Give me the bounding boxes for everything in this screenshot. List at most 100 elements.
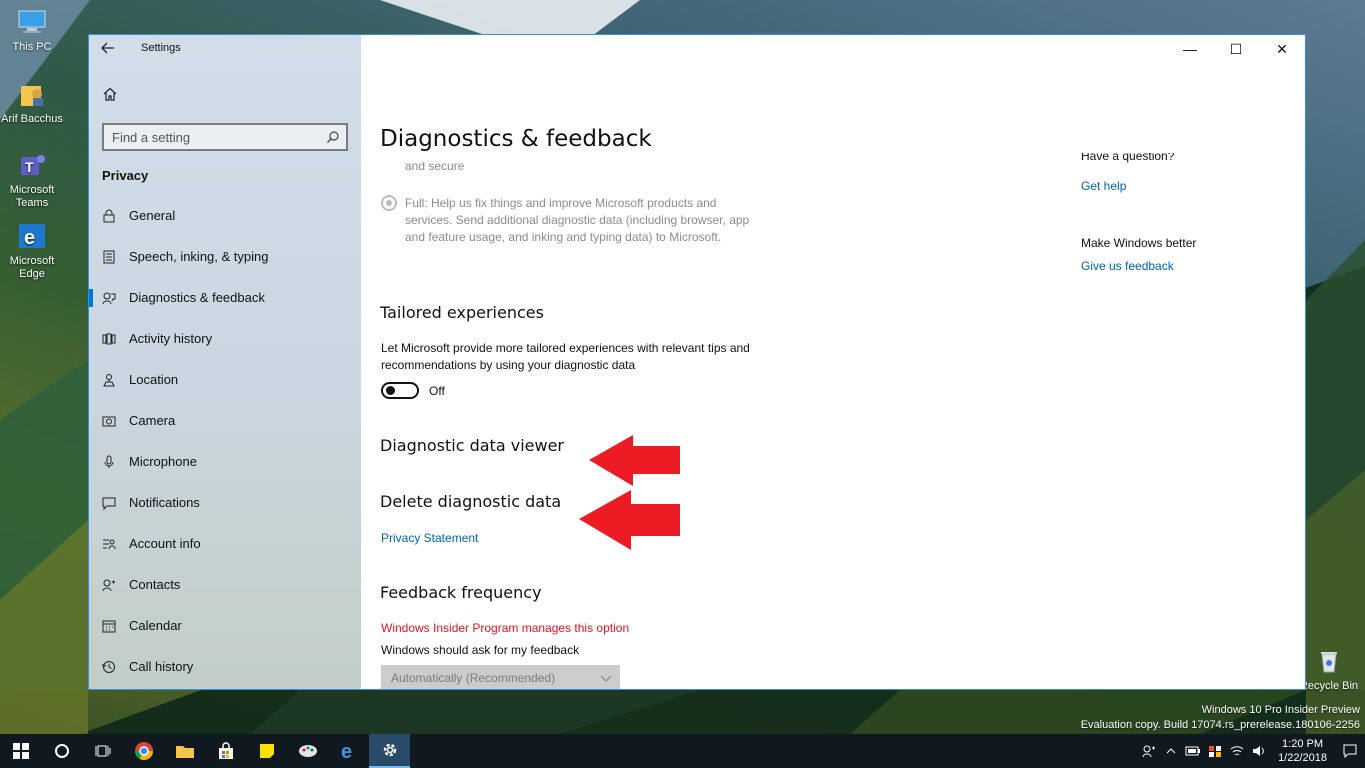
feedback-label: Windows should ask for my feedback	[381, 643, 580, 657]
page-title: Diagnostics & feedback	[380, 126, 880, 162]
chevron-down-icon	[600, 672, 612, 686]
close-icon: ✕	[1276, 40, 1288, 57]
nav-item-diagnostics[interactable]: Diagnostics & feedback	[89, 277, 361, 318]
privacy-statement-link[interactable]: Privacy Statement	[381, 531, 478, 545]
settings-taskbar-button[interactable]	[369, 734, 410, 768]
nav-item-label: Notifications	[129, 495, 200, 510]
full-diagnostic-radio[interactable]: Full: Help us fix things and improve Mic…	[381, 195, 755, 246]
toggle-knob	[386, 386, 395, 395]
wifi-icon[interactable]	[1226, 745, 1248, 757]
folder-icon	[175, 746, 194, 758]
search-placeholder: Find a setting	[112, 130, 191, 145]
notifications-icon	[89, 496, 129, 510]
store-button[interactable]	[205, 734, 246, 768]
nav-item-label: Location	[129, 372, 179, 387]
nav-item-contacts[interactable]: Contacts	[89, 564, 361, 605]
desktop-icon-microsoft-teams[interactable]: T Microsoft Teams	[0, 149, 64, 210]
feedback-frequency-heading: Feedback frequency	[380, 583, 542, 602]
paint3d-button[interactable]	[287, 734, 328, 768]
calendar-icon	[89, 619, 129, 633]
windows-logo-icon	[12, 743, 29, 759]
camera-icon	[89, 414, 129, 428]
computer-icon	[16, 6, 48, 38]
microphone-icon	[89, 455, 129, 469]
taskbar: e 1:20 PM 1/22/2018	[0, 734, 1365, 768]
teams-icon: T	[16, 149, 48, 181]
tailored-toggle[interactable]: Off	[381, 382, 445, 399]
watermark-build: Evaluation copy. Build 17074.rs_prerelea…	[1080, 719, 1360, 731]
toggle-state: Off	[429, 383, 445, 398]
minimize-button[interactable]: —	[1167, 35, 1213, 63]
maximize-button[interactable]: ☐	[1213, 35, 1259, 63]
nav-item-camera[interactable]: Camera	[89, 400, 361, 441]
nav-item-microphone[interactable]: Microphone	[89, 441, 361, 482]
red-arrow-annotation	[579, 490, 680, 550]
nav-item-label: Calendar	[129, 618, 182, 633]
desktop-icon-label: Recycle Bin	[1299, 680, 1359, 692]
lock-icon	[89, 209, 129, 223]
nav-item-activity-history[interactable]: Activity history	[89, 318, 361, 359]
dropdown-selected: Automatically (Recommended)	[391, 671, 556, 685]
search-input[interactable]: Find a setting	[102, 123, 348, 151]
chrome-button[interactable]	[123, 734, 164, 768]
desktop-icon-arif-bacchus[interactable]: Arif Bacchus	[0, 78, 64, 126]
managed-notice: Windows Insider Program manages this opt…	[381, 621, 630, 635]
battery-icon[interactable]	[1182, 746, 1204, 756]
home-button[interactable]	[103, 87, 117, 106]
edge-taskbar-button[interactable]: e	[328, 734, 369, 768]
svg-text:e: e	[341, 741, 352, 761]
feedback-icon	[89, 291, 129, 305]
diagnostic-viewer-heading: Diagnostic data viewer	[380, 436, 564, 455]
people-icon[interactable]	[1138, 744, 1160, 758]
security-shield-icon[interactable]	[1204, 744, 1226, 758]
edge-icon: e	[16, 220, 48, 252]
account-info-icon	[89, 537, 129, 551]
sticky-notes-button[interactable]	[246, 734, 287, 768]
paint-palette-icon	[298, 745, 317, 757]
desktop-icon-recycle-bin[interactable]: Recycle Bin	[1297, 645, 1361, 693]
taskbar-clock[interactable]: 1:20 PM 1/22/2018	[1278, 737, 1327, 765]
get-help-link[interactable]: Get help	[1081, 179, 1281, 193]
nav-item-calendar[interactable]: Calendar	[89, 605, 361, 646]
desktop-icon-label: Arif Bacchus	[1, 113, 63, 125]
volume-icon[interactable]	[1248, 745, 1270, 757]
settings-window: Settings Find a setting Privacy General …	[88, 34, 1306, 690]
close-button[interactable]: ✕	[1259, 35, 1305, 63]
file-explorer-button[interactable]	[164, 734, 205, 768]
full-option-label: Full: Help us fix things and improve Mic…	[405, 196, 750, 244]
svg-text:e: e	[24, 227, 35, 249]
cortana-button[interactable]	[41, 734, 82, 768]
chevron-up-icon[interactable]	[1160, 747, 1182, 755]
nav-item-label: Microphone	[129, 454, 197, 469]
home-icon	[103, 87, 117, 101]
nav-item-label: General	[129, 208, 176, 223]
nav-item-location[interactable]: Location	[89, 359, 361, 400]
nav-item-general[interactable]: General	[89, 195, 361, 236]
toggle-track	[381, 382, 419, 399]
desktop-icon-this-pc[interactable]: This PC	[0, 6, 64, 54]
start-button[interactable]	[0, 734, 41, 768]
nav-item-notifications[interactable]: Notifications	[89, 482, 361, 523]
make-windows-better-heading: Make Windows better	[1081, 236, 1197, 250]
task-view-button[interactable]	[82, 734, 123, 768]
question-heading: Have a question?	[1081, 153, 1175, 163]
app-title: Settings	[141, 42, 181, 54]
search-icon	[326, 130, 340, 147]
nav-item-account-info[interactable]: Account info	[89, 523, 361, 564]
tailored-description: Let Microsoft provide more tailored expe…	[381, 341, 750, 372]
help-side-panel: Have a question? Get help Make Windows b…	[1081, 153, 1281, 273]
feedback-frequency-dropdown[interactable]: Automatically (Recommended)	[381, 665, 620, 689]
cortana-circle-icon	[54, 744, 69, 758]
action-center-icon[interactable]	[1335, 744, 1365, 758]
watermark-edition: Windows 10 Pro Insider Preview	[1201, 704, 1360, 716]
desktop-icon-label: This PC	[12, 41, 52, 53]
back-button[interactable]	[101, 41, 115, 58]
settings-nav-pane: Settings Find a setting Privacy General …	[89, 35, 361, 689]
nav-item-call-history[interactable]: Call history	[89, 646, 361, 687]
desktop-icon-microsoft-edge[interactable]: e Microsoft Edge	[0, 220, 64, 281]
location-icon	[89, 373, 129, 387]
maximize-icon: ☐	[1229, 40, 1243, 57]
user-folder-icon	[16, 78, 48, 110]
nav-item-speech[interactable]: Speech, inking, & typing	[89, 236, 361, 277]
give-feedback-link[interactable]: Give us feedback	[1081, 259, 1281, 273]
